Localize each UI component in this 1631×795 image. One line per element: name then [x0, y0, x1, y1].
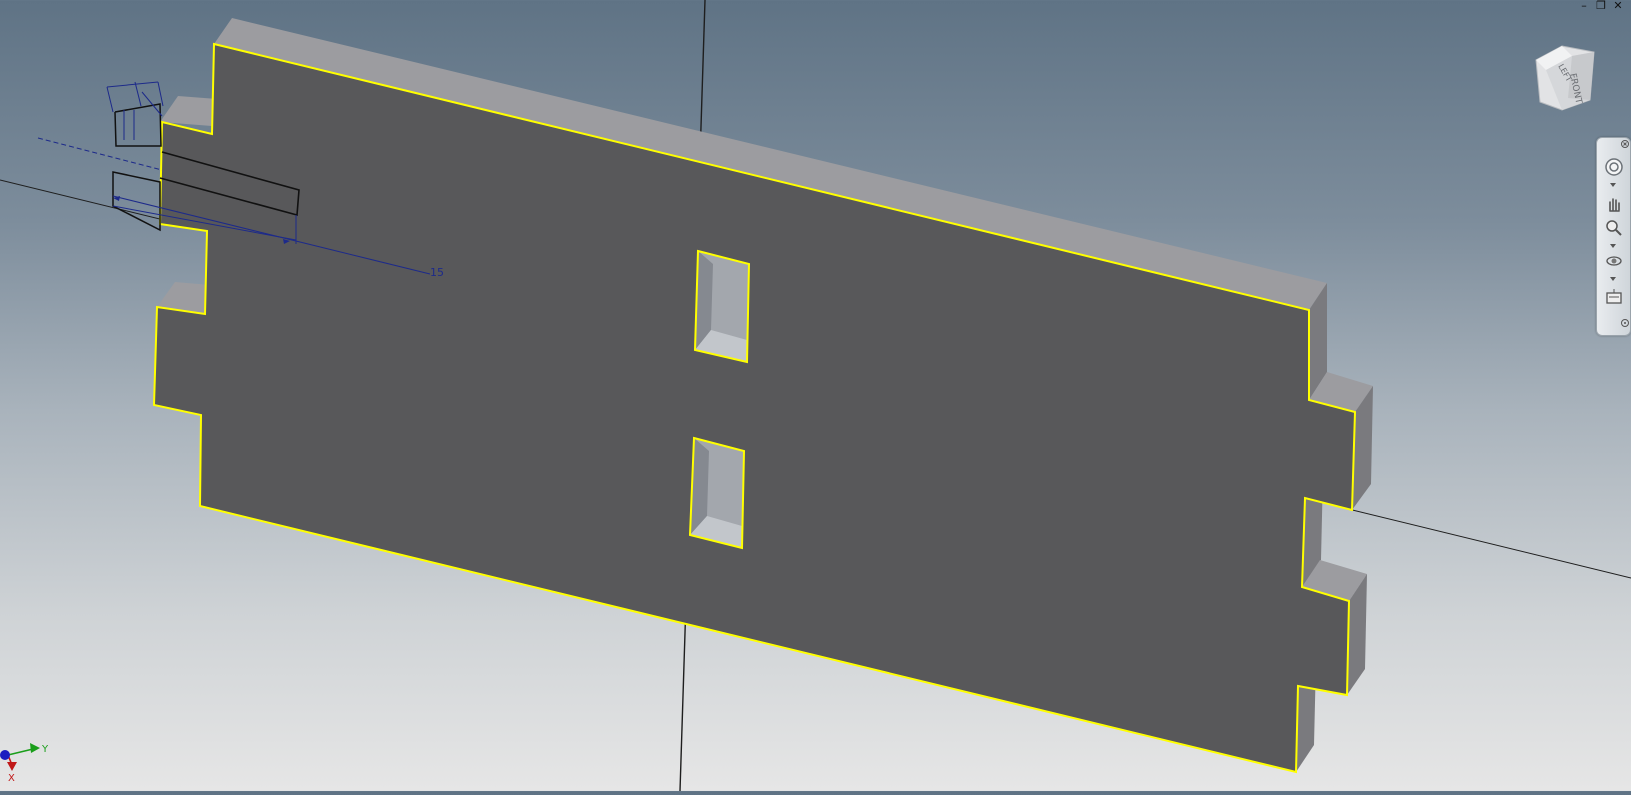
- model-canvas[interactable]: 15: [0, 0, 1631, 792]
- z-axis-icon: [0, 750, 10, 760]
- restore-button[interactable]: ❐: [1594, 0, 1608, 12]
- chevron-down-icon[interactable]: [1607, 181, 1619, 189]
- navigation-bar: [1596, 137, 1631, 336]
- chevron-down-icon[interactable]: [1607, 242, 1619, 250]
- pan-icon[interactable]: [1601, 193, 1626, 215]
- look-at-icon[interactable]: [1601, 286, 1626, 308]
- view-cube-icon: LEFT FRONT: [1535, 45, 1595, 111]
- view-cube[interactable]: LEFT FRONT: [1532, 42, 1598, 112]
- y-axis-label: Y: [41, 744, 49, 755]
- close-window-button[interactable]: ✕: [1611, 0, 1625, 12]
- x-axis-label: X: [8, 773, 15, 784]
- coordinate-triad: Y X: [0, 735, 60, 791]
- minimize-button[interactable]: –: [1577, 0, 1591, 12]
- chevron-down-icon[interactable]: [1607, 275, 1619, 283]
- zoom-icon[interactable]: [1601, 217, 1626, 239]
- part-hole: [688, 436, 746, 550]
- part-hole: [693, 249, 751, 364]
- customize-icon[interactable]: [1619, 319, 1631, 327]
- x-axis-arrow-icon: [7, 762, 17, 771]
- orbit-icon[interactable]: [1601, 250, 1626, 272]
- steering-wheel-icon[interactable]: [1601, 156, 1626, 178]
- 3d-viewport[interactable]: 15: [0, 0, 1631, 792]
- y-axis-arrow-icon: [30, 743, 40, 753]
- sketch-dimension-label[interactable]: 15: [430, 266, 444, 279]
- close-icon[interactable]: [1619, 140, 1631, 148]
